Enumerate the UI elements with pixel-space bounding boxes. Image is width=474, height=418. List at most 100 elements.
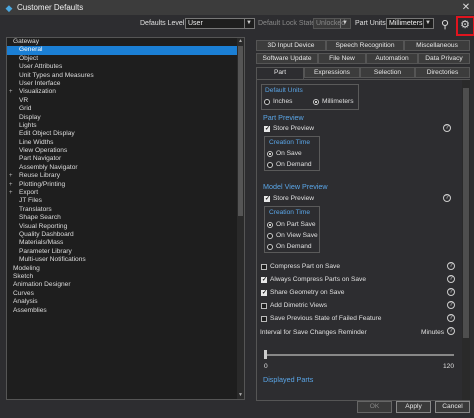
tree-item[interactable]: Multi-user Notifications bbox=[7, 256, 244, 264]
on-view-save-label: On View Save bbox=[276, 232, 318, 239]
tree-item-label: Sketch bbox=[13, 272, 34, 280]
on-view-save-radio[interactable] bbox=[267, 233, 273, 239]
tree-item-label: Edit Object Display bbox=[19, 130, 75, 138]
close-icon[interactable]: ✕ bbox=[458, 0, 474, 15]
help-icon[interactable]: ? bbox=[447, 314, 455, 322]
always-compress-checkbox[interactable] bbox=[261, 276, 267, 283]
tree-item[interactable]: Quality Dashboard bbox=[7, 231, 244, 239]
tab-data-privacy[interactable]: Data Privacy bbox=[418, 53, 470, 64]
tree-item-label: Materials/Mass bbox=[19, 239, 64, 247]
save-previous-state-checkbox[interactable] bbox=[261, 316, 267, 322]
ok-button[interactable]: OK bbox=[357, 401, 392, 413]
tree-item[interactable]: Shape Search bbox=[7, 214, 244, 222]
help-icon[interactable]: ? bbox=[447, 288, 455, 296]
expand-icon[interactable]: + bbox=[9, 189, 13, 197]
tree-item[interactable]: JT Files bbox=[7, 197, 244, 205]
cancel-button[interactable]: Cancel bbox=[435, 401, 470, 413]
tab-miscellaneous[interactable]: Miscellaneous bbox=[404, 40, 470, 51]
tree-item[interactable]: Line Widths bbox=[7, 139, 244, 147]
tree-scrollbar[interactable]: ▲ ▼ bbox=[237, 38, 244, 399]
tree-item[interactable]: Parameter Library bbox=[7, 248, 244, 256]
tree-item[interactable]: Unit Types and Measures bbox=[7, 72, 244, 80]
tree-item[interactable]: View Operations bbox=[7, 147, 244, 155]
expand-icon[interactable]: + bbox=[9, 172, 13, 180]
tree-item[interactable]: Sketch bbox=[7, 273, 244, 281]
scroll-thumb[interactable] bbox=[238, 46, 243, 216]
scroll-up-icon[interactable]: ▲ bbox=[237, 38, 244, 45]
interval-slider-track[interactable] bbox=[264, 354, 454, 356]
part-creation-time-title: Creation Time bbox=[269, 139, 311, 146]
tab-directories[interactable]: Directories bbox=[415, 67, 470, 78]
tree-item[interactable]: Part Navigator bbox=[7, 155, 244, 163]
displayed-parts-header: Displayed Parts bbox=[263, 375, 314, 384]
tab-automation[interactable]: Automation bbox=[366, 53, 418, 64]
tree-item[interactable]: Assembly Navigator bbox=[7, 164, 244, 172]
interval-slider-thumb[interactable] bbox=[264, 350, 267, 359]
find-icon[interactable]: ⚲ bbox=[438, 18, 452, 32]
tree-item[interactable]: Grid bbox=[7, 105, 244, 113]
tree-item[interactable]: Materials/Mass bbox=[7, 239, 244, 247]
defaults-level-select[interactable]: User ▼ bbox=[185, 18, 255, 29]
tab-software-update[interactable]: Software Update bbox=[256, 53, 318, 64]
tree-item[interactable]: Object bbox=[7, 55, 244, 63]
chevron-down-icon: ▼ bbox=[244, 19, 253, 28]
help-icon[interactable]: ? bbox=[447, 301, 455, 309]
inches-radio[interactable] bbox=[264, 99, 270, 105]
tree-item-label: VR bbox=[19, 96, 29, 104]
tree-item[interactable]: Edit Object Display bbox=[7, 130, 244, 138]
pane-scroll-thumb[interactable] bbox=[463, 88, 469, 338]
add-dimetric-views-checkbox[interactable] bbox=[261, 303, 267, 309]
part-store-preview-checkbox[interactable] bbox=[264, 125, 270, 132]
tree-item[interactable]: Analysis bbox=[7, 298, 244, 306]
tree-item[interactable]: User Interface bbox=[7, 80, 244, 88]
scroll-down-icon[interactable]: ▼ bbox=[237, 392, 244, 399]
tree-item[interactable]: + Export bbox=[7, 189, 244, 197]
millimeters-radio[interactable] bbox=[313, 99, 319, 105]
tab-selection[interactable]: Selection bbox=[360, 67, 415, 78]
tree-item[interactable]: General bbox=[7, 46, 244, 55]
part-on-save-radio[interactable] bbox=[267, 151, 273, 157]
tree-item-label: Modeling bbox=[13, 264, 40, 272]
tree-item[interactable]: Visual Reporting bbox=[7, 223, 244, 231]
help-icon[interactable]: ? bbox=[447, 262, 455, 270]
tree-item-label: Translators bbox=[19, 205, 52, 213]
help-icon[interactable]: ? bbox=[447, 327, 455, 335]
tree-item[interactable]: Gateway bbox=[7, 38, 244, 46]
expand-icon[interactable]: + bbox=[9, 88, 13, 96]
pane-scrollbar[interactable] bbox=[462, 80, 470, 400]
tree-item[interactable]: Assemblies bbox=[7, 307, 244, 315]
tab-3d-input-device[interactable]: 3D Input Device bbox=[256, 40, 326, 51]
millimeters-label: Millimeters bbox=[322, 98, 354, 105]
tree-item[interactable]: Curves bbox=[7, 290, 244, 298]
tree-item[interactable]: + Visualization bbox=[7, 88, 244, 96]
tree-item[interactable]: + Reuse Library bbox=[7, 172, 244, 180]
category-tree[interactable]: Gateway General Object User Attributes Unit … bbox=[6, 37, 245, 400]
model-on-demand-label: On Demand bbox=[276, 243, 312, 250]
model-store-preview-checkbox[interactable] bbox=[264, 195, 270, 202]
help-icon[interactable]: ? bbox=[443, 194, 451, 202]
tree-item[interactable]: Translators bbox=[7, 206, 244, 214]
part-units-select[interactable]: Millimeters ▼ bbox=[386, 18, 434, 29]
tab-expressions[interactable]: Expressions bbox=[304, 67, 360, 78]
part-units-value: Millimeters bbox=[389, 20, 423, 27]
help-icon[interactable]: ? bbox=[443, 124, 451, 132]
on-part-save-radio[interactable] bbox=[267, 222, 273, 228]
tree-item[interactable]: Modeling bbox=[7, 265, 244, 273]
tab-file-new[interactable]: File New bbox=[318, 53, 366, 64]
tree-item[interactable]: Animation Designer bbox=[7, 281, 244, 289]
apply-button[interactable]: Apply bbox=[396, 401, 431, 413]
tree-item[interactable]: Lights bbox=[7, 122, 244, 130]
tree-item[interactable]: User Attributes bbox=[7, 63, 244, 71]
tree-item[interactable]: Display bbox=[7, 114, 244, 122]
share-geometry-checkbox[interactable] bbox=[261, 289, 267, 296]
share-geometry-label: Share Geometry on Save bbox=[270, 289, 345, 296]
tree-item[interactable]: + Plotting/Printing bbox=[7, 181, 244, 189]
compress-part-checkbox[interactable] bbox=[261, 264, 267, 270]
help-icon[interactable]: ? bbox=[447, 275, 455, 283]
tree-item[interactable]: VR bbox=[7, 97, 244, 105]
tab-speech-recognition[interactable]: Speech Recognition bbox=[326, 40, 404, 51]
model-on-demand-radio[interactable] bbox=[267, 244, 273, 250]
part-on-save-label: On Save bbox=[276, 150, 302, 157]
expand-icon[interactable]: + bbox=[9, 181, 13, 189]
part-on-demand-radio[interactable] bbox=[267, 162, 273, 168]
